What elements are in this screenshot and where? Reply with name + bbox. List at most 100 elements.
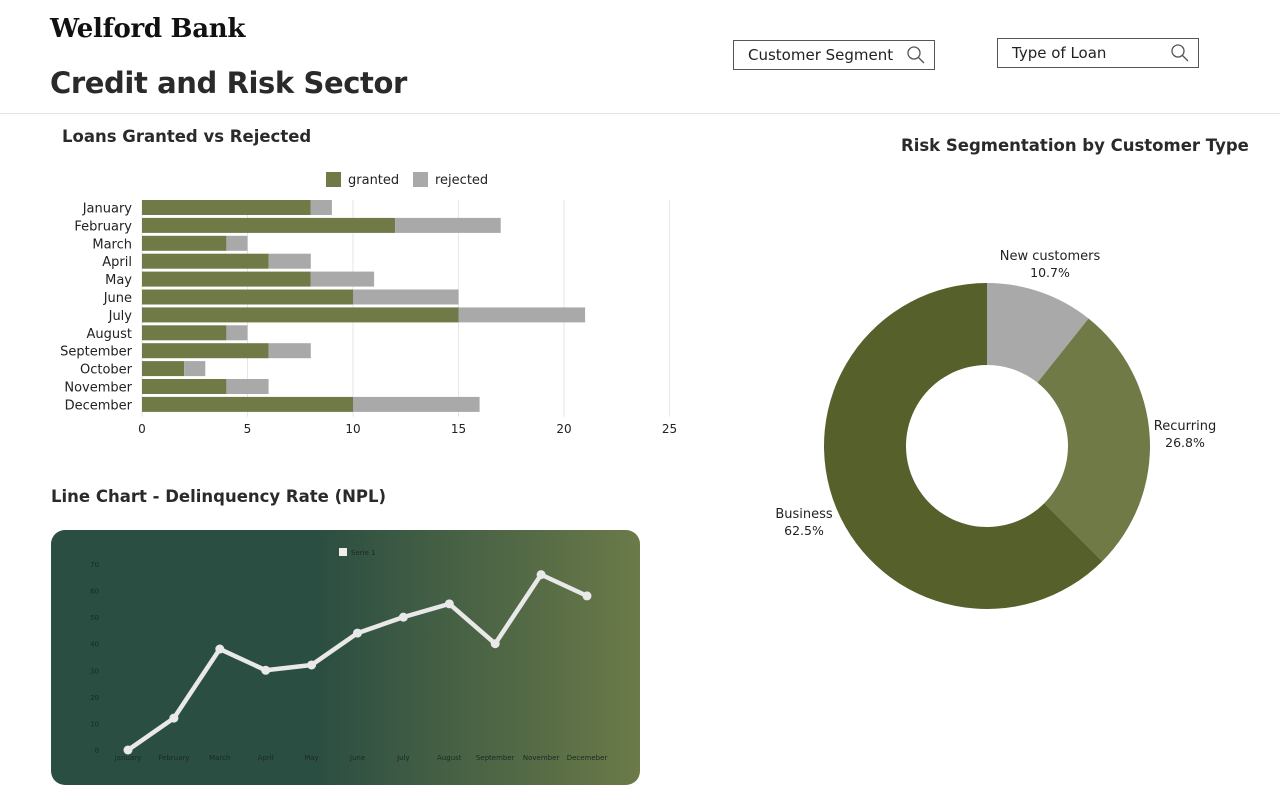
x-tick-label: 20 [556, 422, 571, 436]
bar-rejected [353, 396, 480, 412]
search-icon[interactable] [1170, 43, 1190, 63]
donut-percent-label: 62.5% [784, 523, 824, 538]
loan-type-filter[interactable]: Type of Loan [997, 38, 1199, 68]
customer-segment-filter[interactable]: Customer Segment [733, 40, 935, 70]
x-tick-label: Decemeber [567, 754, 608, 762]
y-tick-label: 20 [90, 694, 99, 702]
donut-percent-label: 10.7% [1030, 265, 1070, 280]
line-point [490, 639, 500, 649]
y-tick-label: 40 [90, 641, 99, 649]
x-tick-label: January [114, 754, 142, 762]
x-tick-label: March [209, 754, 230, 762]
donut-label: New customers [1000, 249, 1101, 264]
y-tick-label: 0 [95, 747, 99, 755]
risk-donut-chart: New customers10.7% Recurring26.8% Business… [775, 249, 1216, 609]
y-tick-label: 30 [90, 667, 99, 675]
line-point [353, 628, 362, 638]
x-tick-label: February [158, 754, 189, 762]
search-icon[interactable] [906, 45, 926, 65]
x-tick-label: June [349, 754, 365, 762]
x-tick-label: July [396, 754, 410, 762]
x-tick-label: August [437, 754, 462, 762]
y-tick-label: October [80, 363, 133, 378]
y-tick-label: April [102, 255, 132, 270]
x-tick-label: 25 [662, 422, 677, 436]
bar-chart-title: Loans Granted vs Rejected [62, 127, 312, 146]
y-tick-label: November [64, 381, 132, 396]
legend-label-serie-1: Serie 1 [351, 549, 376, 557]
page-title: Credit and Risk Sector [50, 66, 407, 100]
x-tick-label: 0 [138, 422, 146, 436]
x-tick-label: April [258, 754, 274, 762]
y-tick-label: 60 [90, 588, 99, 596]
customer-segment-filter-label: Customer Segment [748, 46, 894, 64]
bar-rejected [184, 361, 206, 377]
bar-granted [142, 235, 227, 251]
legend-swatch-rejected [413, 172, 428, 187]
legend-label-granted: granted [348, 173, 399, 188]
y-tick-label: May [105, 273, 132, 288]
bar-rejected [268, 253, 311, 269]
bar-rejected [310, 200, 332, 215]
x-tick-label: November [523, 754, 560, 762]
bar-rejected [226, 379, 269, 394]
npl-line-chart: 0 10 20 30 40 50 60 70 January February March April… [51, 530, 640, 785]
line-point [582, 591, 592, 601]
line-point [398, 612, 408, 622]
bar-granted [142, 325, 227, 341]
bar-rejected [268, 343, 311, 359]
bar-rejected [395, 217, 501, 233]
y-tick-label: August [87, 327, 133, 342]
y-tick-label: December [65, 398, 133, 413]
line-point [123, 745, 133, 755]
y-tick-label: September [60, 345, 133, 360]
legend-label-rejected: rejected [435, 173, 488, 188]
bar-rejected [353, 289, 459, 305]
bar-granted [142, 396, 353, 412]
x-tick-label: September [476, 754, 515, 762]
x-tick-label: 10 [345, 422, 360, 436]
x-tick-label: 15 [451, 422, 466, 436]
donut-percent-label: 26.8% [1165, 435, 1205, 450]
line-point [215, 644, 225, 654]
line-chart-title: Line Chart - Delinquency Rate (NPL) [51, 487, 387, 506]
donut-chart-title: Risk Segmentation by Customer Type [901, 136, 1249, 155]
legend-swatch-granted [326, 172, 341, 187]
y-tick-label: 50 [90, 614, 99, 622]
bar-granted [142, 253, 269, 269]
bar-granted [142, 289, 353, 305]
legend-swatch-serie-1 [339, 548, 347, 556]
bar-granted [142, 271, 311, 287]
bar-granted [142, 217, 396, 233]
header-divider [0, 113, 1280, 114]
bar-granted [142, 200, 311, 215]
line-point [444, 599, 454, 609]
line-point [169, 713, 179, 723]
bar-granted [142, 343, 269, 359]
bar-granted [142, 307, 459, 323]
y-tick-label: 70 [90, 561, 99, 569]
y-tick-label: June [103, 291, 132, 306]
bar-rejected [458, 307, 586, 323]
bar-rejected [226, 235, 248, 251]
bar-granted [142, 361, 185, 377]
loans-bar-chart: 0 5 10 15 20 25 granted rejected January February… [60, 172, 677, 436]
brand-logo-text: Welford Bank [50, 14, 246, 44]
line-point [261, 665, 271, 675]
bar-rejected [310, 271, 375, 287]
line-chart-panel [51, 530, 640, 785]
donut-label: Business [775, 507, 833, 522]
y-tick-label: July [108, 309, 133, 324]
y-tick-label: March [92, 237, 132, 252]
x-tick-label: May [304, 754, 318, 762]
y-tick-label: 10 [90, 720, 99, 728]
bar-granted [142, 379, 227, 394]
y-tick-label: February [74, 219, 132, 234]
loan-type-filter-label: Type of Loan [1012, 44, 1107, 62]
line-point [307, 660, 317, 670]
donut-label: Recurring [1154, 419, 1216, 434]
line-point [536, 570, 546, 580]
y-tick-label: January [82, 202, 133, 217]
bar-rejected [226, 325, 248, 341]
x-tick-label: 5 [244, 422, 252, 436]
